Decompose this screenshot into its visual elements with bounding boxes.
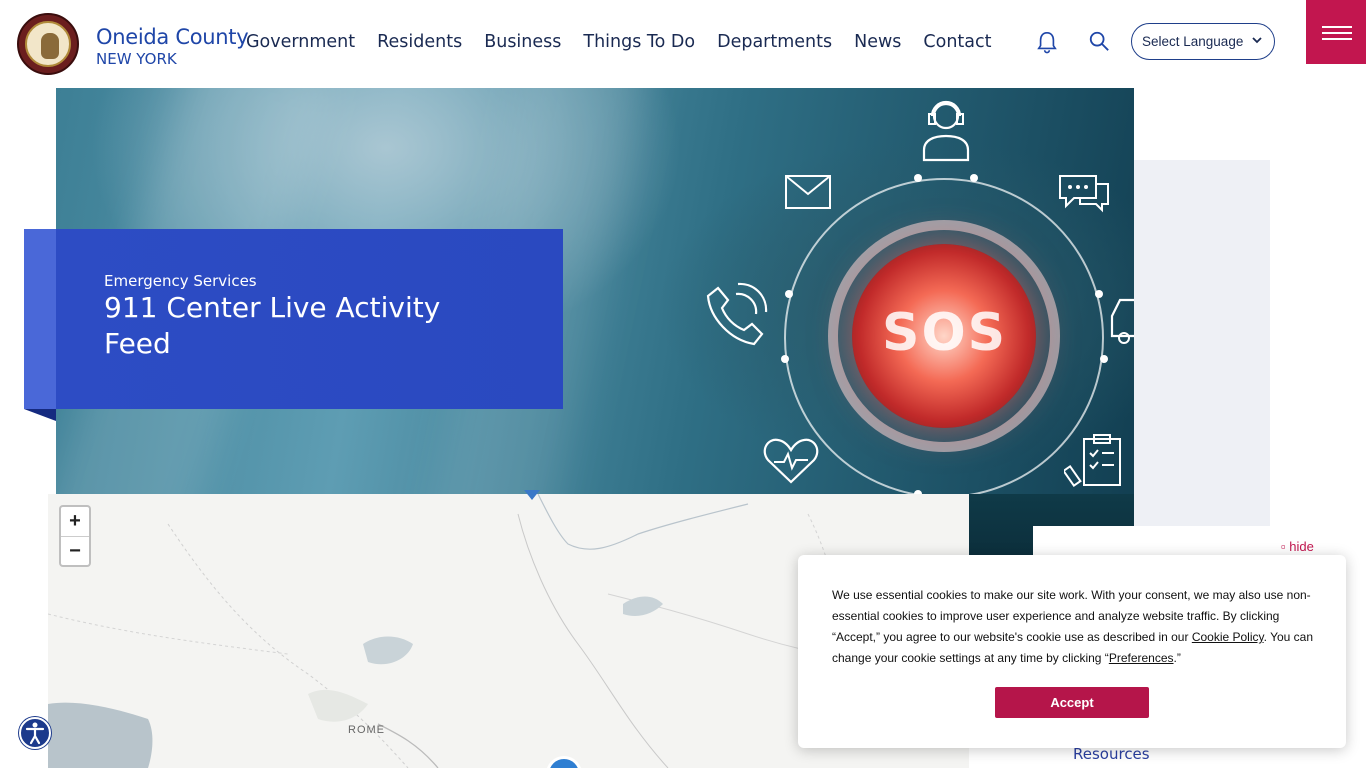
map-zoom-control: + − [59, 505, 91, 567]
ambulance-icon [1110, 298, 1134, 344]
hero-title-fold [24, 409, 56, 421]
nav-departments[interactable]: Departments [717, 32, 832, 52]
hero-title-tab [24, 229, 56, 409]
language-select-label: Select Language [1142, 34, 1244, 49]
site-header: Oneida County NEW YORK Government Reside… [0, 0, 1366, 88]
nav-things-to-do[interactable]: Things To Do [583, 32, 695, 52]
menu-icon-line [1322, 32, 1352, 34]
nav-business[interactable]: Business [484, 32, 561, 52]
main-nav: Government Residents Business Things To … [246, 32, 992, 52]
county-state[interactable]: NEW YORK [96, 50, 177, 68]
chevron-down-icon [1252, 37, 1262, 44]
map-city-label: ROME [348, 724, 385, 736]
sos-text: SOS [882, 303, 1008, 363]
sos-graphic: SOS [704, 88, 1134, 494]
bell-icon[interactable] [1036, 30, 1058, 54]
search-icon[interactable] [1088, 30, 1110, 52]
county-seal-logo[interactable] [17, 13, 79, 75]
language-select[interactable]: Select Language [1131, 23, 1275, 60]
nav-government[interactable]: Government [246, 32, 355, 52]
side-panel [1134, 160, 1270, 526]
headset-operator-icon [922, 100, 970, 162]
seal-figure [41, 33, 59, 59]
ring-node [1095, 290, 1103, 298]
ring-node [785, 290, 793, 298]
ring-node [970, 174, 978, 182]
heart-icon [763, 438, 819, 484]
cookie-policy-link[interactable]: Cookie Policy [1192, 630, 1264, 644]
chat-icon [1059, 175, 1109, 213]
menu-icon-line [1322, 38, 1352, 40]
hide-link[interactable]: ▫ hide [1281, 539, 1314, 554]
ring-node [781, 355, 789, 363]
zoom-in-button[interactable]: + [61, 507, 89, 536]
nav-news[interactable]: News [854, 32, 901, 52]
seal-inner [25, 21, 71, 67]
hero-kicker: Emergency Services [104, 272, 257, 290]
nav-contact[interactable]: Contact [923, 32, 991, 52]
mail-icon [785, 175, 831, 209]
nav-residents[interactable]: Residents [377, 32, 462, 52]
cookie-text-part: .” [1173, 651, 1181, 665]
medical-clipboard-icon [1064, 434, 1121, 488]
map-pin-marker[interactable] [524, 490, 540, 500]
accept-button[interactable]: Accept [995, 687, 1149, 718]
accessibility-button[interactable] [19, 717, 51, 749]
cookie-banner: We use essential cookies to make our sit… [798, 555, 1346, 748]
menu-button[interactable] [1306, 0, 1366, 64]
page-title: 911 Center Live Activity Feed [104, 291, 441, 360]
ring-node [1100, 355, 1108, 363]
phone-icon [706, 282, 768, 346]
zoom-out-button[interactable]: − [61, 537, 89, 566]
ring-node [914, 174, 922, 182]
accessibility-icon [25, 722, 45, 745]
menu-icon-line [1322, 26, 1352, 28]
cookie-preferences-link[interactable]: Preferences [1109, 651, 1174, 665]
cookie-text: We use essential cookies to make our sit… [832, 585, 1318, 669]
county-name[interactable]: Oneida County [96, 25, 249, 49]
